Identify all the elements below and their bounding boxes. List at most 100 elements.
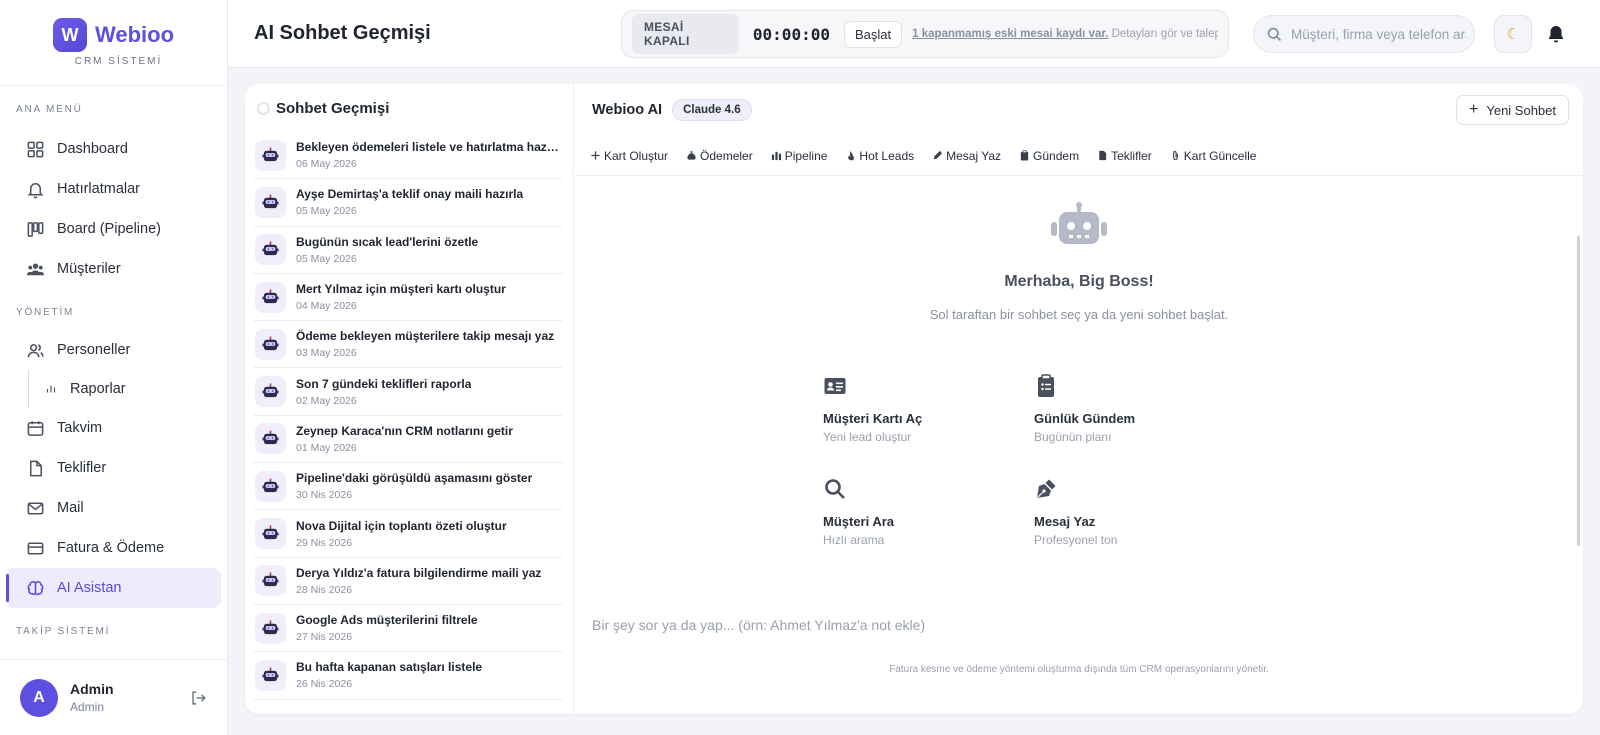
suggestion-card-daily-agenda[interactable]: Günlük Gündem Bugünün planı xyxy=(1034,374,1234,444)
quick-action-update-card[interactable]: Kart Güncelle xyxy=(1170,148,1257,163)
sidebar-item-calendar[interactable]: Takvim xyxy=(6,408,221,448)
history-item-text: Bugünün sıcak lead'lerini özetle 05 May 2… xyxy=(296,235,478,265)
history-item-text: Google Ads müşterilerini filtrele 27 Nis … xyxy=(296,613,478,643)
new-chat-label: Yeni Sohbet xyxy=(1486,102,1556,118)
board-icon xyxy=(27,221,44,237)
history-item[interactable]: Google Ads müşterilerini filtrele 27 Nis … xyxy=(253,605,563,653)
sidebar-item-dashboard[interactable]: Dashboard xyxy=(6,129,221,169)
sidebar-item-label: Raporlar xyxy=(70,381,126,397)
assistant-name: Webioo AI xyxy=(592,102,663,118)
history-item-date: 04 May 2026 xyxy=(296,300,357,313)
history-item[interactable]: Ödeme bekleyen müşterilere takip mesajı … xyxy=(253,321,563,369)
notification-bell-icon[interactable] xyxy=(1546,24,1566,44)
shift-note-link[interactable]: 1 kapanmamış eski mesai kaydı var. xyxy=(912,28,1108,40)
robot-icon xyxy=(255,659,286,691)
history-item[interactable]: Bekleyen ödemeleri listele ve hatırlatma… xyxy=(253,132,563,180)
suggestion-card-customer-search[interactable]: Müşteri Ara Hızlı arama xyxy=(823,477,1023,547)
shift-timer: 00:00:00 xyxy=(752,24,830,44)
brand: W Webioo CRM SİSTEMİ xyxy=(0,0,227,86)
section-title-manage: YÖNETİM xyxy=(16,307,75,318)
quick-action-agenda[interactable]: Gündem xyxy=(1019,149,1079,163)
history-item[interactable]: Nova Dijital için toplantı özeti oluştur… xyxy=(253,510,563,558)
new-chat-button[interactable]: + Yeni Sohbet xyxy=(1456,95,1569,125)
robot-icon xyxy=(255,376,286,408)
section-title-main: ANA MENÜ xyxy=(16,104,83,115)
quick-action-offers[interactable]: Teklifler xyxy=(1097,149,1152,163)
sidebar-item-offers[interactable]: Teklifler xyxy=(6,448,221,488)
history-item[interactable]: Bugünün sıcak lead'lerini özetle 05 May 2… xyxy=(253,227,563,274)
history-item-date: 03 May 2026 xyxy=(296,347,357,360)
avatar[interactable]: A xyxy=(20,678,58,717)
sidebar-item-staff[interactable]: Personeller xyxy=(6,330,221,370)
robot-icon xyxy=(1051,202,1107,244)
history-item[interactable]: Son 7 gündeki teklifleri raporla 02 May 2… xyxy=(253,368,563,416)
quick-action-create-card[interactable]: Kart Oluştur xyxy=(590,149,668,163)
document-icon xyxy=(1099,150,1107,161)
chat-scrollbar[interactable] xyxy=(1577,236,1580,546)
credit-card-icon xyxy=(27,542,44,554)
pen-nib-icon xyxy=(1037,479,1056,498)
quick-action-label: Kart Güncelle xyxy=(1183,148,1257,163)
history-item[interactable]: Pipeline'daki görüşüldü aşamasını göster… xyxy=(253,463,563,511)
quick-action-label: Teklifler xyxy=(1111,148,1152,163)
sidebar-item-board[interactable]: Board (Pipeline) xyxy=(6,209,221,249)
sidebar-item-label: Teklifler xyxy=(57,460,107,476)
search-input[interactable] xyxy=(1291,26,1466,42)
quick-action-payments[interactable]: Ödemeler xyxy=(686,149,753,163)
clipboard-icon xyxy=(1038,374,1054,397)
chat-input[interactable] xyxy=(592,617,1563,633)
model-badge[interactable]: Claude 4.6 xyxy=(672,99,752,121)
document-icon xyxy=(29,460,42,476)
history-item-title: Google Ads müşterilerini filtrele xyxy=(296,613,478,628)
quick-action-label: Gündem xyxy=(1033,148,1080,163)
robot-icon xyxy=(255,423,286,455)
quick-action-pipeline[interactable]: Pipeline xyxy=(771,149,827,163)
shift-start-button[interactable]: Başlat xyxy=(843,20,903,48)
history-item-date: 05 May 2026 xyxy=(296,252,357,265)
history-item-date: 06 May 2026 xyxy=(296,158,357,171)
plus-icon xyxy=(591,151,600,160)
history-item[interactable]: Bu hafta kapanan satışları listele 26 Nis… xyxy=(253,652,563,700)
theme-toggle-button[interactable]: ☾ xyxy=(1494,15,1532,53)
suggestion-card-customer-card[interactable]: Müşteri Kartı Aç Yeni lead oluştur xyxy=(823,374,1023,444)
quick-action-label: Ödemeler xyxy=(700,148,753,163)
robot-icon xyxy=(255,612,286,644)
history-item-date: 05 May 2026 xyxy=(296,205,357,218)
robot-icon xyxy=(255,565,286,597)
sidebar-item-label: Dashboard xyxy=(57,141,128,157)
history-list: Bekleyen ödemeleri listele ve hatırlatma… xyxy=(245,132,573,714)
sidebar-item-mail[interactable]: Mail xyxy=(6,488,221,528)
sidebar-item-reports[interactable]: Raporlar xyxy=(6,370,221,408)
history-item-title: Son 7 gündeki teklifleri raporla xyxy=(296,376,472,391)
quick-action-hot-leads[interactable]: Hot Leads xyxy=(845,149,914,163)
brand-name: Webioo xyxy=(94,22,175,47)
sidebar-item-ai-assistant[interactable]: AI Asistan xyxy=(6,568,221,608)
quick-actions-bar: Kart Oluştur Ödemeler Pipeline Hot Leads… xyxy=(575,136,1583,176)
sidebar-item-customers[interactable]: Müşteriler xyxy=(6,249,221,289)
sidebar-item-billing[interactable]: Fatura & Ödeme xyxy=(6,528,221,568)
robot-icon xyxy=(255,470,286,502)
history-item-date: 02 May 2026 xyxy=(296,394,357,407)
chat-header: Webioo AI Claude 4.6 xyxy=(575,84,1583,136)
history-item-date: 26 Nis 2026 xyxy=(296,678,353,691)
history-title: Sohbet Geçmişi xyxy=(276,99,390,117)
fire-icon xyxy=(848,150,855,161)
paperclip-icon xyxy=(1172,151,1178,161)
history-item[interactable]: Zeynep Karaca'nın CRM notlarını getir 01 … xyxy=(253,416,563,464)
brand-row[interactable]: W Webioo xyxy=(52,18,175,52)
history-item[interactable]: Mert Yılmaz için müşteri kartı oluştur 04… xyxy=(253,274,563,322)
robot-icon xyxy=(255,139,286,171)
sidebar-item-reminders[interactable]: Hatırlatmalar xyxy=(6,169,221,209)
user-info: Admin Admin xyxy=(70,681,114,714)
chat-panel: Webioo AI Claude 4.6 + Yeni Sohbet Kart … xyxy=(575,84,1583,714)
history-item-title: Ayşe Demirtaş'a teklif onay maili hazırl… xyxy=(296,187,524,202)
logout-icon[interactable] xyxy=(189,689,207,707)
history-item[interactable]: Derya Yıldız'a fatura bilgilendirme mail… xyxy=(253,558,563,605)
clipboard-icon xyxy=(1020,150,1029,161)
quick-action-write-message[interactable]: Mesaj Yaz xyxy=(932,149,1001,163)
suggestion-card-write-message[interactable]: Mesaj Yaz Profesyonel ton xyxy=(1034,477,1234,547)
history-item[interactable]: Ayşe Demirtaş'a teklif onay maili hazırl… xyxy=(253,179,563,227)
history-item-title: Pipeline'daki görüşüldü aşamasını göster xyxy=(296,471,533,486)
user-panel: A Admin Admin xyxy=(0,659,227,735)
history-item-text: Nova Dijital için toplantı özeti oluştur… xyxy=(296,519,507,549)
